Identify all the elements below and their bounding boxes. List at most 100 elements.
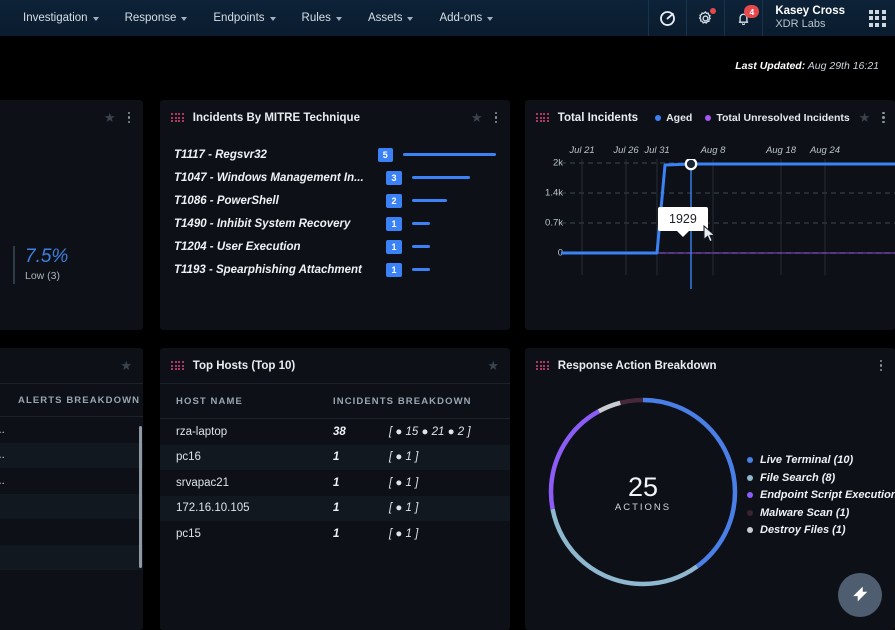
favorite-star-icon[interactable]: ★ <box>487 359 499 372</box>
nav-item-assets[interactable]: Assets <box>355 0 427 36</box>
mitre-row[interactable]: T1117 - Regsvr32 5 <box>160 143 510 166</box>
alerts-column-header: ALERTS BREAKDOWN <box>18 394 141 406</box>
table-row[interactable]: 172.16.10.105 1 [ ● 1 ] <box>160 495 510 521</box>
alerts-table-body: 15 [ ● 5 ... 6 [ ● 5 ... 3 [ ● 2 ... 2 [… <box>0 417 143 596</box>
mitre-count-badge: 5 <box>377 147 393 162</box>
legend-label: Aged <box>666 111 693 124</box>
table-row[interactable]: pc16 1 [ ● 1 ] <box>160 444 510 470</box>
lifesaver-icon[interactable] <box>649 0 686 36</box>
favorite-star-icon[interactable]: ★ <box>104 111 116 124</box>
legend-dot <box>705 114 712 121</box>
nav-item-response[interactable]: Response <box>112 0 201 36</box>
nav-item-label: Assets <box>367 12 403 24</box>
mitre-technique-list: T1117 - Regsvr32 5 T1047 - Windows Manag… <box>160 135 510 281</box>
user-name: Kasey Cross <box>775 5 845 17</box>
mitre-row[interactable]: T1204 - User Execution 1 <box>160 235 510 258</box>
app-grid-glyph <box>868 9 886 27</box>
vertical-scrollbar[interactable] <box>139 426 142 568</box>
hosts-table-body: rza-laptop 38 [ ● 15 ● 21 ● 2 ] pc16 1 [… <box>160 419 510 547</box>
user-profile-menu[interactable]: Kasey Cross XDR Labs <box>763 0 859 36</box>
bell-icon[interactable]: 4 <box>725 0 762 36</box>
total-incidents-card: Total Incidents Aged Total Unresolved In… <box>525 100 895 330</box>
drag-handle-icon[interactable] <box>171 360 184 371</box>
hover-data-point <box>684 159 698 171</box>
host-name: srvapac21 <box>176 476 230 489</box>
alert-breakdown: [ ● 2 ... <box>0 474 6 487</box>
legend-item[interactable]: Malware Scan (1) <box>747 507 895 519</box>
more-options-icon[interactable] <box>493 110 500 126</box>
table-row[interactable]: srvapac21 1 [ ● 1 ] <box>160 470 510 496</box>
mitre-count-badge: 1 <box>386 216 402 231</box>
mitre-row[interactable]: T1047 - Windows Management In... 3 <box>160 166 510 189</box>
x-axis-tick-labels: Jul 21 Jul 26 Jul 31 Aug 8 Aug 18 Aug 24 <box>525 145 895 159</box>
legend-item-aged[interactable]: Aged <box>655 112 692 124</box>
nav-item-rules[interactable]: Rules <box>289 0 355 36</box>
chart-legend: Aged Total Unresolved Incidents <box>655 112 850 124</box>
response-card-actions <box>878 358 885 374</box>
drag-handle-icon[interactable] <box>536 112 549 123</box>
hosts-table-header: HOST NAME INCIDENTS BREAKDOWN <box>160 383 510 419</box>
nav-menu: Investigation Response Endpoints Rules A… <box>0 0 506 36</box>
settings-alert-dot <box>710 8 717 14</box>
nav-item-label: Add-ons <box>439 12 483 24</box>
mitre-card-header: Incidents By MITRE Technique ★ <box>160 100 510 135</box>
host-incident-count: 1 <box>333 476 340 489</box>
table-row[interactable]: 2 [ ● 2 ] <box>0 544 143 570</box>
notification-badge: 4 <box>744 5 760 18</box>
host-name: pc16 <box>176 451 201 464</box>
host-name: pc15 <box>176 527 201 540</box>
hosts-card-title: Top Hosts (Top 10) <box>192 359 296 372</box>
legend-dot <box>655 114 662 121</box>
host-incident-count: 1 <box>333 451 340 464</box>
alerts-table-header: ALERTS BREAKDOWN <box>0 383 143 417</box>
host-incident-count: 38 <box>333 425 346 438</box>
mitre-row[interactable]: T1490 - Inhibit System Recovery 1 <box>160 212 510 235</box>
alert-breakdown: [ ● 5 ... <box>0 423 6 436</box>
table-row[interactable]: 2 [ ● 2 ] <box>0 519 143 545</box>
legend-label: Live Terminal (10) <box>760 454 854 466</box>
table-row[interactable]: pc15 1 [ ● 1 ] <box>160 521 510 547</box>
drag-handle-icon[interactable] <box>536 360 549 371</box>
nav-item-endpoints[interactable]: Endpoints <box>200 0 288 36</box>
legend-dot <box>747 509 753 516</box>
alerts-card-header: ★ <box>0 348 143 383</box>
nav-item-truncated[interactable] <box>2 0 10 36</box>
favorite-star-icon[interactable]: ★ <box>120 359 132 372</box>
legend-item[interactable]: Endpoint Script Execution (5) <box>747 489 895 501</box>
legend-item[interactable]: File Search (8) <box>747 472 895 484</box>
drag-handle-icon[interactable] <box>171 112 184 123</box>
table-row[interactable]: 2 [ ● 2 ] <box>0 493 143 519</box>
more-options-icon[interactable] <box>878 358 885 374</box>
series-line-aged <box>561 162 895 255</box>
chevron-down-icon <box>335 16 342 21</box>
nav-item-investigation[interactable]: Investigation <box>10 0 112 36</box>
legend-item-unresolved[interactable]: Total Unresolved Incidents <box>705 112 850 124</box>
mitre-technique-name: T1086 - PowerShell <box>174 194 279 207</box>
favorite-star-icon[interactable]: ★ <box>859 111 871 124</box>
chevron-down-icon <box>269 16 276 21</box>
nav-item-label: Rules <box>301 12 331 24</box>
mitre-row[interactable]: T1086 - PowerShell 2 <box>160 189 510 212</box>
more-options-icon[interactable] <box>126 110 133 126</box>
nav-item-addons[interactable]: Add-ons <box>426 0 506 36</box>
chevron-down-icon <box>407 16 414 21</box>
favorite-star-icon[interactable]: ★ <box>471 111 483 124</box>
table-row[interactable]: rza-laptop 38 [ ● 15 ● 21 ● 2 ] <box>160 419 510 445</box>
nav-actions: 4 Kasey Cross XDR Labs <box>648 0 895 36</box>
kpi-value-block: 7.5% Low (3) <box>13 246 68 284</box>
legend-item[interactable]: Live Terminal (10) <box>747 454 895 466</box>
app-grid-icon[interactable] <box>859 0 895 36</box>
table-row[interactable]: 6 [ ● 5 ... <box>0 442 143 468</box>
cursor-arrow-icon[interactable] <box>838 573 882 617</box>
table-row[interactable]: 3 [ ● 2 ... <box>0 468 143 494</box>
x-tick: Aug 18 <box>765 145 797 156</box>
gear-icon[interactable] <box>687 0 724 36</box>
table-row[interactable]: 2 [ ● 2 ] <box>0 570 143 596</box>
table-row[interactable]: 15 [ ● 5 ... <box>0 417 143 443</box>
top-navigation-bar: Investigation Response Endpoints Rules A… <box>0 0 895 36</box>
mitre-row[interactable]: T1193 - Spearphishing Attachment 1 <box>160 258 510 281</box>
more-options-icon[interactable] <box>880 110 887 126</box>
legend-item[interactable]: Destroy Files (1) <box>747 524 895 536</box>
kpi-card: ★ 7.5% Low (3) <box>0 100 143 330</box>
mitre-count-badge: 1 <box>386 262 402 277</box>
